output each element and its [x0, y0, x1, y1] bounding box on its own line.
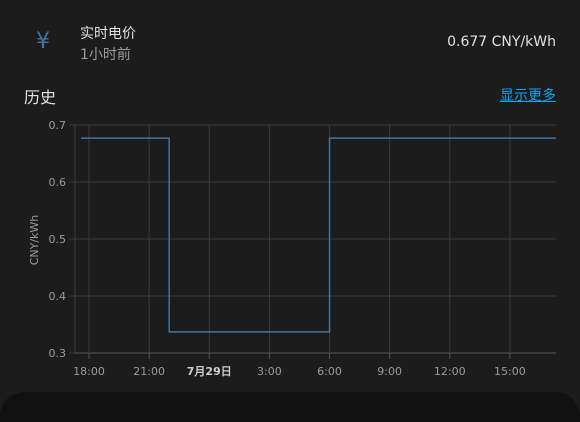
- x-tick-label: 21:00: [133, 365, 165, 378]
- entity-header[interactable]: ¥ 实时电价 1小时前 0.677 CNY/kWh: [0, 16, 580, 68]
- history-chart[interactable]: 0.3 0.4 0.5 0.6 0.7 18:00 21:00 7月29日 3:00 6:00 9…: [0, 110, 580, 390]
- x-tick-label: 7月29日: [187, 365, 232, 378]
- entity-state: 0.677 CNY/kWh: [447, 34, 556, 50]
- x-tick-label: 6:00: [317, 365, 342, 378]
- x-tick-label: 18:00: [73, 365, 105, 378]
- x-tick-label: 3:00: [257, 365, 282, 378]
- entity-more-info-panel: ¥ 实时电价 1小时前 0.677 CNY/kWh 历史 显示更多 0.3 0.4…: [0, 0, 580, 422]
- history-chart-svg[interactable]: 0.3 0.4 0.5 0.6 0.7 18:00 21:00 7月29日 3:00 6:00 9…: [0, 110, 580, 390]
- chart-series[interactable]: [81, 137, 556, 333]
- show-more-link[interactable]: 显示更多: [500, 85, 556, 105]
- x-tick-label: 15:00: [494, 365, 526, 378]
- x-tick-label: 9:00: [377, 365, 402, 378]
- bottom-card-edge: [0, 392, 580, 422]
- x-axis-ticks: 18:00 21:00 7月29日 3:00 6:00 9:00 12:00 15:00: [73, 365, 526, 378]
- y-axis-label: CNY/kWh: [28, 215, 41, 266]
- yen-icon: ¥: [36, 29, 50, 54]
- history-title: 历史: [24, 88, 57, 107]
- entity-name: 实时电价: [80, 26, 136, 42]
- y-tick-label: 0.7: [49, 119, 67, 132]
- chart-grid: [69, 124, 556, 359]
- y-tick-label: 0.4: [49, 290, 67, 303]
- y-tick-label: 0.6: [49, 176, 67, 189]
- y-tick-label: 0.3: [49, 347, 67, 360]
- entity-last-changed: 1小时前: [80, 47, 131, 63]
- y-tick-label: 0.5: [49, 233, 67, 246]
- price-series-line[interactable]: [81, 137, 556, 333]
- y-axis-ticks: 0.3 0.4 0.5 0.6 0.7: [49, 119, 67, 360]
- x-tick-label: 12:00: [434, 365, 466, 378]
